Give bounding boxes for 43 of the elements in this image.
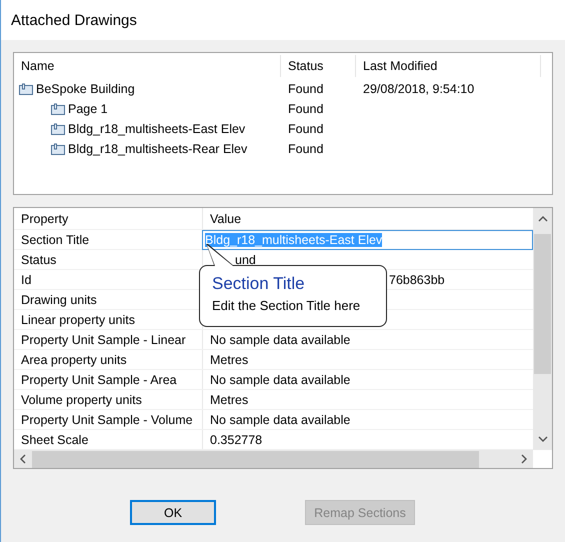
property-value: No sample data available	[210, 372, 350, 386]
property-value: und	[235, 252, 256, 266]
drawing-icon	[51, 103, 65, 115]
drawing-icon	[19, 83, 33, 95]
window-title: Attached Drawings	[11, 12, 137, 28]
drawing-name[interactable]: Bldg_r18_multisheets-East Elev	[68, 122, 246, 136]
property-value: No sample data available	[210, 332, 350, 346]
column-header[interactable]: Name	[14, 55, 281, 77]
property-name: Sheet Scale	[14, 430, 203, 449]
property-value: No sample data available	[210, 412, 350, 426]
tooltip-text: Edit the Section Title here	[212, 298, 362, 313]
property-value: 0.352778	[210, 432, 262, 446]
property-name: Property Unit Sample - Volume	[14, 410, 203, 429]
property-value: 76b863bb	[389, 272, 445, 286]
ok-button[interactable]: OK	[130, 500, 216, 525]
status-text: Found	[287, 122, 324, 136]
property-name: Volume property units	[14, 390, 203, 409]
column-header[interactable]: Status	[281, 55, 356, 77]
scroll-right-icon[interactable]	[519, 454, 529, 464]
column-header: Property	[14, 208, 203, 229]
status-text: Found	[287, 102, 324, 116]
drawing-icon	[51, 123, 65, 135]
drawing-name[interactable]: Bldg_r18_multisheets-Rear Elev	[68, 142, 248, 156]
property-value: Metres	[210, 352, 248, 366]
scroll-up-icon[interactable]	[538, 214, 548, 224]
drawing-icon	[51, 143, 65, 155]
property-name: Property Unit Sample - Linear	[14, 330, 203, 349]
tooltip-title: Section Title	[212, 274, 306, 294]
drawing-name[interactable]: BeSpoke Building	[36, 82, 135, 96]
status-text: Found	[287, 142, 324, 156]
property-name: Property Unit Sample - Area	[14, 370, 203, 389]
status-text: Found	[287, 82, 324, 96]
column-header: Value	[209, 210, 242, 228]
property-name: Section Title	[14, 230, 203, 249]
drawing-name[interactable]: Page 1	[68, 102, 108, 116]
vertical-scrollbar[interactable]	[533, 208, 552, 450]
horizontal-scrollbar[interactable]	[14, 450, 533, 468]
column-header[interactable]: Last Modified	[356, 55, 541, 77]
property-value: Metres	[210, 392, 248, 406]
property-name: Area property units	[14, 350, 203, 369]
scroll-left-icon[interactable]	[18, 454, 28, 464]
modified-date: 29/08/2018, 9:54:10	[362, 82, 476, 96]
scroll-down-icon[interactable]	[538, 434, 548, 444]
